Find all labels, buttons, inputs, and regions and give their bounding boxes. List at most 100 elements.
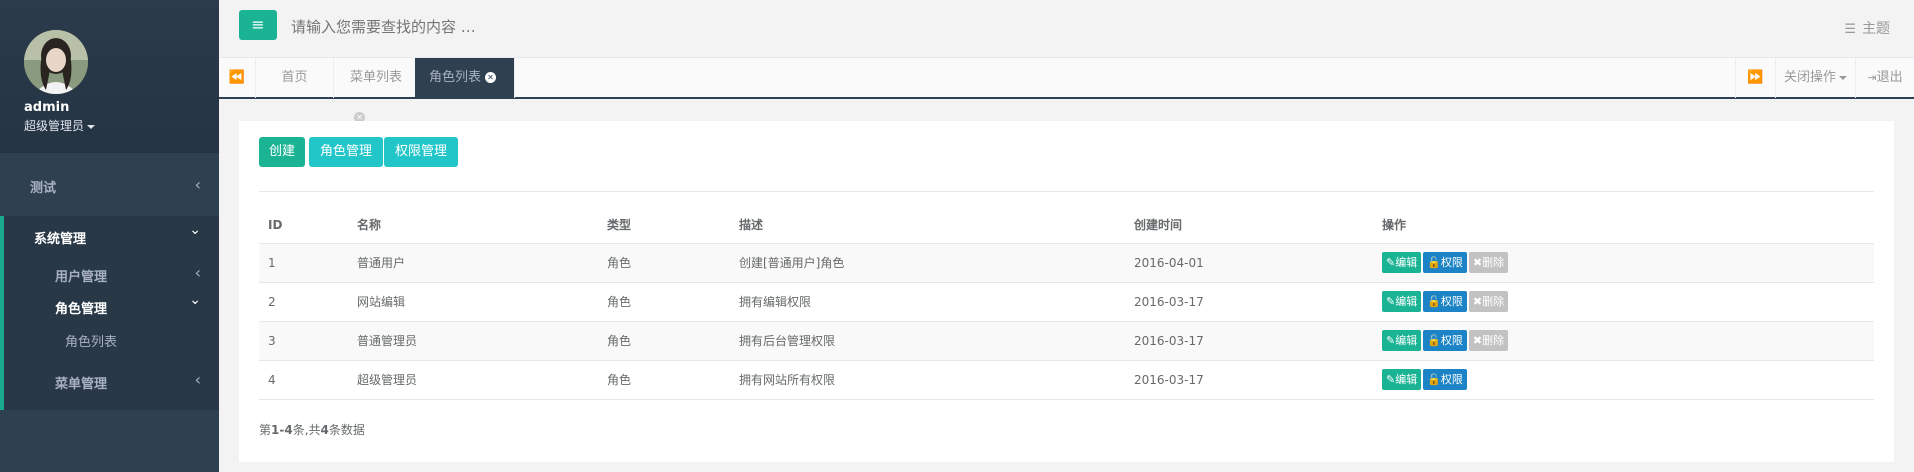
close-operations-label: 关闭操作 <box>1783 70 1836 85</box>
logout-icon: ⇥ <box>1867 71 1877 84</box>
edit-icon: ✎ <box>1386 373 1396 386</box>
cell-type: 角色 <box>598 281 730 321</box>
table-row: 1 普通用户 角色 创建[普通用户]角色 2016-04-01 ✎编辑 🔓权限 ✖删… <box>259 242 1874 282</box>
chevron-down-icon: ⌄ <box>189 222 201 238</box>
permission-button[interactable]: 🔓权限 <box>1423 252 1467 273</box>
edit-label: 编辑 <box>1395 256 1418 269</box>
role-management-button[interactable]: 角色管理 <box>309 137 384 167</box>
tab-role-list[interactable]: 角色列表 ✕ <box>415 58 515 98</box>
edit-button[interactable]: ✎编辑 <box>1382 252 1422 273</box>
tab-home[interactable]: 首页 <box>256 58 334 98</box>
summary-mid: 条,共 <box>292 423 321 437</box>
summary-prefix: 第 <box>259 423 272 437</box>
sidebar-subitem-user-management[interactable]: 用户管理 <box>55 266 107 285</box>
edit-button[interactable]: ✎编辑 <box>1382 330 1422 351</box>
table-header-row: ID 名称 类型 描述 创建时间 操作 <box>259 207 1874 244</box>
cell-name: 超级管理员 <box>348 359 598 400</box>
sidebar-subitem-menu-management[interactable]: 菜单管理 <box>55 373 107 392</box>
pagination-summary: 第1-4条,共4条数据 <box>259 421 365 438</box>
permission-button[interactable]: 🔓权限 <box>1423 291 1467 312</box>
avatar[interactable] <box>24 30 88 94</box>
delete-label: 删除 <box>1482 256 1505 269</box>
cell-created-time: 2016-03-17 <box>1125 320 1373 360</box>
cell-description: 拥有后台管理权限 <box>730 320 1125 360</box>
cell-description: 拥有网站所有权限 <box>730 359 1125 400</box>
permission-label: 权限 <box>1440 373 1463 386</box>
column-header-created-time[interactable]: 创建时间 <box>1125 207 1373 244</box>
cell-name: 网站编辑 <box>348 281 598 321</box>
sidebar: admin 超级管理员 测试 ‹ 系统管理 ⌄ 用户管理 ‹ 角色管理 ⌄ 角色… <box>0 0 219 472</box>
chevron-left-icon: ‹ <box>194 175 201 194</box>
cell-type: 角色 <box>598 242 730 282</box>
close-operations-dropdown[interactable]: 关闭操作 <box>1775 58 1855 98</box>
delete-button[interactable]: ✖删除 <box>1468 252 1509 273</box>
edit-button[interactable]: ✎编辑 <box>1382 369 1422 390</box>
cell-created-time: 2016-04-01 <box>1125 242 1373 282</box>
cell-description: 创建[普通用户]角色 <box>730 242 1125 282</box>
backward-icon: ⏪ <box>228 70 246 85</box>
table-row: 3 普通管理员 角色 拥有后台管理权限 2016-03-17 ✎编辑 🔓权限 ✖删除 <box>259 320 1874 360</box>
permission-management-button[interactable]: 权限管理 <box>384 137 459 167</box>
close-icon: ✖ <box>1472 295 1483 308</box>
edit-icon: ✎ <box>1386 256 1396 269</box>
column-header-actions: 操作 <box>1373 207 1874 244</box>
theme-button[interactable]: ☰ 主题 <box>1844 18 1890 38</box>
user-role-label: 超级管理员 <box>24 119 85 133</box>
sidebar-subitem-role-list[interactable]: 角色列表 <box>65 331 117 350</box>
delete-button[interactable]: ✖删除 <box>1468 330 1509 351</box>
roles-table: ID 名称 类型 描述 创建时间 操作 1 普通用户 角色 创建[普通用户]角色… <box>259 207 1874 400</box>
column-header-type[interactable]: 类型 <box>598 207 730 244</box>
chevron-down-icon: ⌄ <box>189 292 201 308</box>
forward-icon: ⏩ <box>1747 70 1764 85</box>
create-button[interactable]: 创建 <box>259 137 306 167</box>
edit-label: 编辑 <box>1395 334 1418 347</box>
close-icon[interactable]: ✕ <box>485 72 497 83</box>
edit-label: 编辑 <box>1395 295 1418 308</box>
sidebar-subitem-role-management[interactable]: 角色管理 <box>55 298 107 317</box>
tab-scroll-left-button[interactable]: ⏪ <box>219 58 256 98</box>
cell-actions: ✎编辑 🔓权限 ✖删除 <box>1373 320 1874 360</box>
lock-icon: 🔓 <box>1427 334 1441 347</box>
cell-actions: ✎编辑 🔓权限 ✖删除 <box>1373 281 1874 321</box>
sidebar-nav: 测试 ‹ <box>0 153 219 216</box>
tab-label: 菜单列表 <box>350 70 403 85</box>
cell-type: 角色 <box>598 359 730 400</box>
column-header-description[interactable]: 描述 <box>730 207 1125 244</box>
sidebar-item-test[interactable]: 测试 ‹ <box>0 153 219 216</box>
lock-icon: 🔓 <box>1427 256 1441 269</box>
search-input[interactable] <box>291 16 691 38</box>
delete-button[interactable]: ✖删除 <box>1468 291 1509 312</box>
user-role-dropdown[interactable]: 超级管理员 <box>24 117 96 134</box>
chevron-left-icon: ‹ <box>194 263 201 282</box>
permission-label: 权限 <box>1440 256 1463 269</box>
cell-description: 拥有编辑权限 <box>730 281 1125 321</box>
user-name[interactable]: admin <box>24 100 69 115</box>
edit-icon: ✎ <box>1386 295 1396 308</box>
permission-label: 权限 <box>1440 295 1463 308</box>
close-icon: ✖ <box>1472 256 1483 269</box>
summary-suffix: 条数据 <box>328 423 365 437</box>
permission-label: 权限 <box>1440 334 1463 347</box>
summary-range: 1-4 <box>271 423 293 437</box>
logout-button[interactable]: ⇥退出 <box>1855 58 1914 98</box>
top-navbar: ≡ ☰ 主题 <box>219 0 1914 57</box>
column-header-id[interactable]: ID <box>259 207 348 244</box>
profile-panel: admin 超级管理员 <box>0 0 219 153</box>
tab-label: 首页 <box>281 70 308 85</box>
table-row: 4 超级管理员 角色 拥有网站所有权限 2016-03-17 ✎编辑 🔓权限 <box>259 359 1874 400</box>
cell-created-time: 2016-03-17 <box>1125 281 1373 321</box>
edit-button[interactable]: ✎编辑 <box>1382 291 1422 312</box>
menu-toggle-button[interactable]: ≡ <box>239 10 277 40</box>
close-icon: ✖ <box>1472 334 1483 347</box>
caret-down-icon <box>1839 75 1847 80</box>
cell-name: 普通用户 <box>348 242 598 282</box>
edit-label: 编辑 <box>1395 373 1418 386</box>
theme-label: 主题 <box>1862 21 1890 37</box>
tab-scroll-right-button[interactable]: ⏩ <box>1735 58 1775 98</box>
column-header-name[interactable]: 名称 <box>348 207 598 244</box>
list-icon: ☰ <box>1844 22 1856 37</box>
sidebar-item-label: 系统管理 <box>34 232 87 247</box>
permission-button[interactable]: 🔓权限 <box>1423 330 1467 351</box>
permission-button[interactable]: 🔓权限 <box>1423 369 1467 390</box>
sidebar-item-system-management[interactable]: 系统管理 ⌄ 用户管理 ‹ 角色管理 ⌄ 角色列表 菜单管理 ‹ <box>0 216 219 410</box>
